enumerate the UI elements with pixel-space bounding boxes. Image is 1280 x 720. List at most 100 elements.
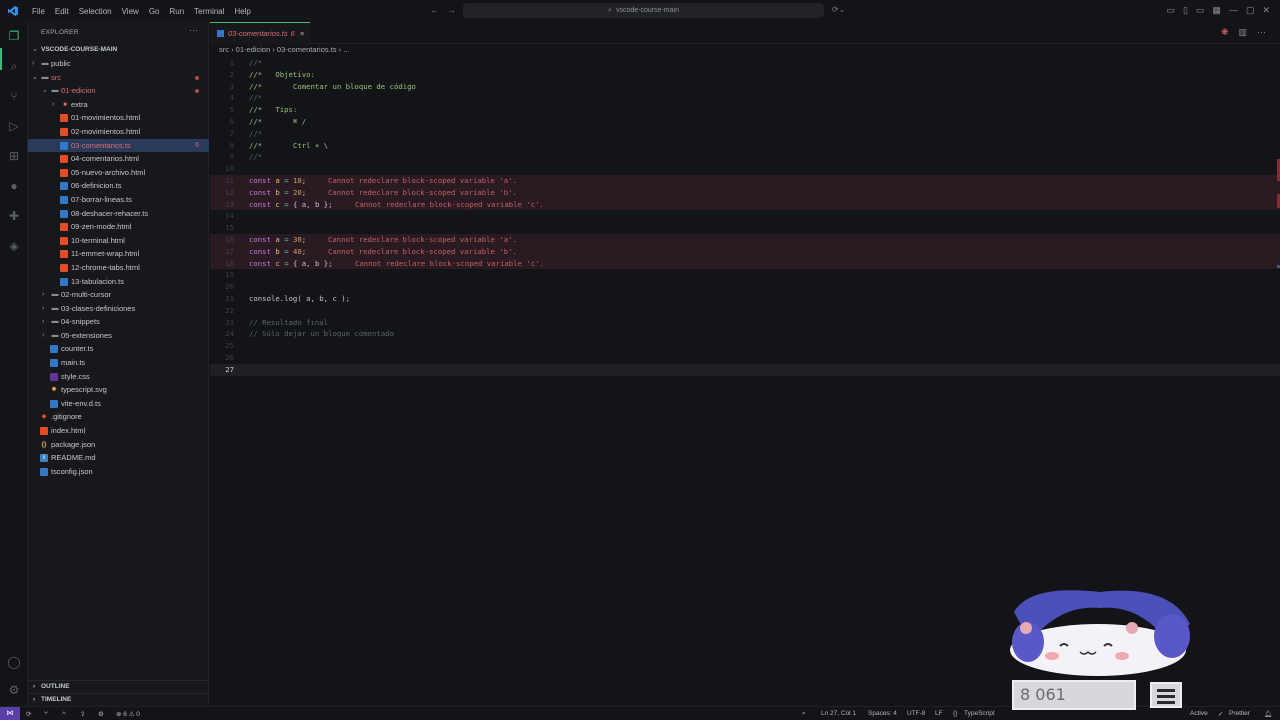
remote-explorer-icon[interactable]: ◈: [6, 238, 22, 254]
tree-item[interactable]: tsconfig.json: [28, 465, 209, 479]
menu-run[interactable]: Run: [164, 7, 189, 16]
tree-item[interactable]: 06-definicion.ts: [28, 179, 209, 193]
split-editor-icon[interactable]: ▥: [1238, 27, 1247, 38]
menu-go[interactable]: Go: [144, 7, 165, 16]
live-share-icon[interactable]: ⇪: [80, 710, 85, 718]
code-line[interactable]: 5 //* Tips:: [210, 104, 1280, 116]
more-actions-icon[interactable]: ···: [189, 25, 198, 35]
tree-item[interactable]: ⌄ ▬ 01-edicion: [28, 84, 209, 98]
code-line[interactable]: 19: [210, 269, 1280, 281]
run-debug-icon[interactable]: ▷: [6, 118, 22, 134]
code-line[interactable]: 24 // Sólo dejar un bloque comentado: [210, 328, 1280, 340]
tree-item[interactable]: main.ts: [28, 356, 209, 370]
command-center-search[interactable]: ⌕ vscode-course-main: [463, 3, 824, 18]
explorer-icon[interactable]: ❐: [6, 28, 22, 44]
code-line[interactable]: 18 const c = { a, b }; Cannot redeclare bl…: [210, 257, 1280, 270]
code-line[interactable]: 12 const b = 20; Cannot redeclare block-sc…: [210, 186, 1280, 199]
code-line[interactable]: 3 //* Comentar un bloque de código: [210, 81, 1280, 93]
workspace-root[interactable]: ⌄ VSCODE-COURSE-MAIN: [28, 43, 209, 57]
code-line[interactable]: 21 console.log( a, b, c );: [210, 293, 1280, 305]
copilot-icon[interactable]: ⟳⌄: [832, 5, 845, 14]
code-line[interactable]: 20: [210, 281, 1280, 293]
menu-view[interactable]: View: [117, 7, 144, 16]
code-line[interactable]: 15: [210, 222, 1280, 234]
menu-file[interactable]: File: [27, 7, 50, 16]
source-control-icon[interactable]: ⑂: [6, 88, 22, 104]
tree-item[interactable]: › ▬ 03-clases-definiciones: [28, 302, 209, 316]
github-icon[interactable]: ●: [6, 178, 22, 194]
tree-item[interactable]: › ▬ 04-snippets: [28, 315, 209, 329]
outline-section[interactable]: › OUTLINE: [28, 680, 209, 692]
tree-item[interactable]: › ▬ 02-multi-cursor: [28, 288, 209, 302]
search-view-icon[interactable]: ⌕: [6, 58, 22, 74]
tree-item[interactable]: 12-chrome-tabs.html: [28, 261, 209, 275]
debug-icon[interactable]: ⚙: [98, 710, 104, 718]
maximize-icon[interactable]: ▢: [1246, 5, 1255, 16]
sync-icon[interactable]: ⟳: [26, 710, 31, 718]
prettier-status[interactable]: Prettier: [1229, 710, 1250, 717]
tree-item[interactable]: style.css: [28, 370, 209, 384]
encoding[interactable]: UTF-8: [907, 710, 925, 717]
code-line[interactable]: 26: [210, 352, 1280, 364]
forward-arrow-icon[interactable]: →: [447, 5, 456, 15]
settings-gear-icon[interactable]: ⚙: [6, 682, 22, 698]
remote-indicator-icon[interactable]: ⋈: [0, 707, 20, 720]
close-window-icon[interactable]: ✕: [1262, 5, 1270, 16]
cursor-position[interactable]: Ln 27, Col 1: [821, 710, 856, 717]
zoom-icon[interactable]: ⌕: [802, 710, 806, 718]
editor-more-icon[interactable]: ···: [1257, 27, 1266, 38]
menu-help[interactable]: Help: [229, 7, 255, 16]
menu-terminal[interactable]: Terminal: [189, 7, 229, 16]
code-line[interactable]: 13 const c = { a, b }; Cannot redeclare bl…: [210, 198, 1280, 211]
tree-item[interactable]: 03-comentarios.ts 6: [28, 138, 209, 153]
indentation[interactable]: Spaces: 4: [868, 710, 897, 717]
tree-item[interactable]: i README.md: [28, 451, 209, 465]
code-line[interactable]: 17 const b = 40; Cannot redeclare block-sc…: [210, 245, 1280, 258]
line-endings[interactable]: LF: [935, 710, 943, 717]
tree-item[interactable]: 08-deshacer-rehacer.ts: [28, 207, 209, 221]
tree-item[interactable]: vite-env.d.ts: [28, 397, 209, 411]
tree-item[interactable]: 10-terminal.html: [28, 234, 209, 248]
tree-item[interactable]: › ▬ public: [28, 57, 209, 71]
docker-icon[interactable]: ✚: [6, 208, 22, 224]
tab-03-comentarios[interactable]: 03-comentarios.ts 6 ×: [210, 22, 310, 44]
tree-item[interactable]: 01-movimientos.html: [28, 111, 209, 125]
problems-indicator[interactable]: ⊗ 6 ⚠ 0: [116, 710, 140, 718]
code-line[interactable]: 16 const a = 30; Cannot redeclare block-sc…: [210, 233, 1280, 246]
code-line[interactable]: 4 //*: [210, 92, 1280, 104]
toggle-sidebar-icon[interactable]: ▭: [1166, 5, 1175, 16]
tree-item[interactable]: ⌄ ▬ src: [28, 71, 209, 85]
timeline-section[interactable]: › TIMELINE: [28, 693, 209, 705]
tree-item[interactable]: index.html: [28, 424, 209, 438]
breadcrumb[interactable]: src › 01-edicion › 03-comentarios.ts › .…: [219, 45, 349, 54]
menu-selection[interactable]: Selection: [74, 7, 117, 16]
tree-item[interactable]: 11-emmet-wrap.html: [28, 247, 209, 261]
code-line[interactable]: 25: [210, 340, 1280, 352]
copilot-chat-icon[interactable]: ❋: [1221, 27, 1229, 38]
tree-item[interactable]: ◆ .gitignore: [28, 410, 209, 424]
tree-item[interactable]: 02-movimientos.html: [28, 125, 209, 139]
bell-icon[interactable]: 🔔︎: [1264, 710, 1272, 718]
tree-item[interactable]: › ▬ 05-extensiones: [28, 329, 209, 343]
git-branch-icon[interactable]: ⑂: [44, 710, 48, 717]
tree-item[interactable]: 07-borrar-lineas.ts: [28, 193, 209, 207]
toggle-secondary-icon[interactable]: ▭: [1196, 5, 1205, 16]
menu-edit[interactable]: Edit: [50, 7, 74, 16]
code-editor[interactable]: 1 //* 2 //* Objetivo: 3 //* Comentar un bloqu…: [210, 57, 1280, 376]
back-arrow-icon[interactable]: ←: [430, 5, 439, 15]
code-line[interactable]: 2 //* Objetivo:: [210, 69, 1280, 81]
code-line[interactable]: 7 //*: [210, 128, 1280, 140]
code-line[interactable]: 9 //*: [210, 151, 1280, 163]
code-line[interactable]: 8 //* Ctrl + \: [210, 140, 1280, 152]
ports-icon[interactable]: ⑃: [62, 710, 66, 717]
language-mode[interactable]: TypeScript: [964, 710, 995, 717]
close-tab-icon[interactable]: ×: [300, 23, 304, 44]
code-line[interactable]: 10: [210, 163, 1280, 175]
code-line[interactable]: 22: [210, 305, 1280, 317]
customize-layout-icon[interactable]: ▦: [1212, 5, 1221, 16]
toggle-panel-icon[interactable]: ▯: [1183, 5, 1188, 16]
tree-item[interactable]: 04-comentarios.html: [28, 152, 209, 166]
code-line[interactable]: 27: [210, 363, 1280, 376]
code-line[interactable]: 23 // Resultado final: [210, 317, 1280, 329]
tree-item[interactable]: 13-tabulacion.ts: [28, 275, 209, 289]
